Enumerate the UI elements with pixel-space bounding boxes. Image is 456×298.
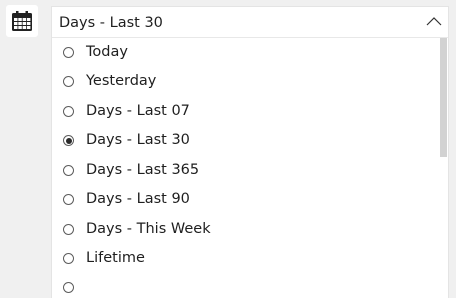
calendar-button[interactable]	[6, 5, 38, 37]
calendar-icon	[12, 11, 32, 31]
option-days-last-07[interactable]: Days - Last 07	[52, 98, 438, 126]
date-range-dropdown: Days - Last 30 Today Yesterday Days - La…	[52, 7, 448, 298]
option-yesterday[interactable]: Yesterday	[52, 68, 438, 96]
option-label: Days - Last 07	[86, 103, 190, 119]
option-label: Today	[86, 44, 128, 60]
radio-button[interactable]	[63, 47, 74, 58]
radio-button-checked[interactable]	[63, 135, 74, 146]
option-today[interactable]: Today	[52, 39, 438, 67]
option-label: Lifetime	[86, 250, 145, 266]
selected-value: Days - Last 30	[59, 15, 163, 31]
radio-button[interactable]	[63, 76, 74, 87]
scrollbar[interactable]	[439, 38, 448, 298]
option-label: Days - Last 90	[86, 191, 190, 207]
radio-button[interactable]	[63, 194, 74, 205]
radio-button[interactable]	[63, 253, 74, 264]
radio-button[interactable]	[63, 224, 74, 235]
option-label: Days - This Week	[86, 221, 211, 237]
radio-button[interactable]	[63, 106, 74, 117]
option-label: Days - Last 30	[86, 132, 190, 148]
options-list: Today Yesterday Days - Last 07 Days - La…	[52, 38, 438, 298]
option-lifetime[interactable]: Lifetime	[52, 245, 438, 273]
option-days-last-90[interactable]: Days - Last 90	[52, 186, 438, 214]
option-partially-hidden[interactable]	[52, 274, 438, 298]
option-days-last-30[interactable]: Days - Last 30	[52, 127, 438, 155]
radio-button[interactable]	[63, 282, 74, 293]
option-label: Days - Last 365	[86, 162, 200, 178]
chevron-up-icon[interactable]	[426, 16, 442, 26]
scroll-thumb[interactable]	[440, 38, 447, 157]
dropdown-header[interactable]: Days - Last 30	[52, 7, 448, 38]
option-days-this-week[interactable]: Days - This Week	[52, 216, 438, 244]
radio-button[interactable]	[63, 165, 74, 176]
option-label: Yesterday	[86, 73, 157, 89]
option-days-last-365[interactable]: Days - Last 365	[52, 157, 438, 185]
